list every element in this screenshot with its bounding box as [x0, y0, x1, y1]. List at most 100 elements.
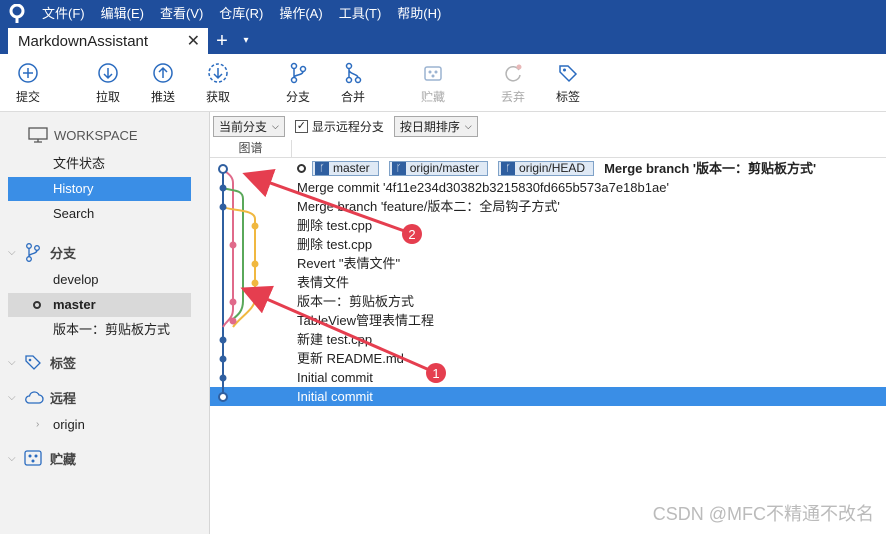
commit-message: 更新 README.md: [297, 351, 404, 366]
branch-icon: ᚴ: [315, 162, 329, 175]
tag-icon: [24, 353, 48, 371]
stash-button[interactable]: 贮藏: [405, 62, 461, 105]
watermark: CSDN @MFC不精通不改名: [652, 504, 874, 524]
monitor-icon: [28, 127, 52, 143]
sidebar-item-search[interactable]: Search: [8, 202, 191, 226]
tag-icon: [559, 65, 578, 83]
ref-badge-origin-head: ᚴ origin/HEAD: [498, 161, 595, 176]
branch-filter-combo[interactable]: 当前分支 ⌵: [213, 115, 285, 137]
commit-row[interactable]: Merge branch 'feature/版本二：全局钩子方式': [210, 197, 886, 216]
head-indicator-icon: [297, 164, 306, 173]
chevron-down-icon: ⌵: [8, 452, 16, 464]
sidebar-item-file-status[interactable]: 文件状态: [8, 152, 191, 176]
commit-row[interactable]: ᚴ master ᚴ origin/master ᚴ origin/HEAD Merg…: [210, 159, 886, 178]
push-button[interactable]: 推送: [135, 62, 191, 105]
commit-message: 表情文件: [297, 275, 350, 290]
commit-row[interactable]: Merge commit '4f11e234d30382b3215830fd66…: [210, 178, 886, 197]
sourcetree-logo-icon: [0, 0, 34, 28]
tab-markdownassistant[interactable]: MarkdownAssistant ✕: [8, 28, 208, 54]
filter-bar: 当前分支 ⌵ ✓ 显示远程分支 按日期排序 ⌵: [210, 112, 886, 140]
discard-icon: [505, 64, 522, 82]
branch-button[interactable]: 分支: [270, 62, 326, 105]
commit-row[interactable]: Initial commit: [210, 368, 886, 387]
commit-row[interactable]: Revert "表情文件": [210, 254, 886, 273]
close-icon[interactable]: ✕: [187, 31, 200, 51]
stash-icon: [424, 66, 442, 81]
commit-row[interactable]: 删除 test.cpp: [210, 235, 886, 254]
ref-badge-master: ᚴ master: [312, 161, 379, 176]
chevron-down-icon: ⌵: [8, 246, 16, 258]
checkbox-checked-icon: ✓: [294, 119, 308, 133]
commit-row[interactable]: 表情文件: [210, 273, 886, 292]
add-tab-button[interactable]: +: [208, 28, 236, 54]
commit-list: ᚴ master ᚴ origin/master ᚴ origin/HEAD Merg…: [210, 159, 886, 419]
branch-icon: ᚴ: [501, 162, 516, 175]
menu-edit[interactable]: 编辑(E): [93, 0, 152, 28]
menu-help[interactable]: 帮助(H): [389, 0, 449, 28]
menu-actions[interactable]: 操作(A): [271, 0, 330, 28]
merge-button[interactable]: 合并: [325, 62, 381, 105]
fetch-button[interactable]: 获取: [190, 62, 246, 105]
commit-row[interactable]: 删除 test.cpp: [210, 216, 886, 235]
commit-row[interactable]: 版本一：剪贴板方式: [210, 292, 886, 311]
sidebar-item-history[interactable]: History: [8, 177, 191, 201]
commit-row[interactable]: 新建 test.cpp: [210, 330, 886, 349]
commit-message: Merge branch 'feature/版本二：全局钩子方式': [297, 199, 560, 214]
chevron-down-icon: ⌵: [8, 356, 16, 368]
commit-message: 版本一：剪贴板方式: [297, 294, 415, 309]
commit-message: Merge branch '版本一：剪贴板方式': [604, 161, 817, 176]
commit-row[interactable]: 更新 README.md: [210, 349, 886, 368]
stash-icon: [24, 450, 48, 466]
tag-button[interactable]: 标签: [540, 62, 596, 105]
branches-header[interactable]: ⌵ 分支: [0, 239, 210, 265]
remotes-header[interactable]: ⌵ 远程: [0, 384, 210, 410]
commit-message: Revert "表情文件": [297, 256, 401, 271]
sidebar-item-version-one[interactable]: 版本一：剪贴板方式: [8, 318, 191, 342]
menu-file[interactable]: 文件(F): [34, 0, 93, 28]
sidebar-item-develop[interactable]: develop: [8, 268, 191, 292]
commit-message: Initial commit: [297, 370, 373, 385]
sidebar: WORKSPACE 文件状态 History Search ⌵ 分支 devel…: [0, 112, 210, 534]
chevron-right-icon: ›: [36, 419, 40, 430]
merge-icon: [345, 62, 362, 84]
menu-view[interactable]: 查看(V): [152, 0, 211, 28]
sidebar-item-master[interactable]: master: [8, 293, 191, 317]
sidebar-item-origin[interactable]: › origin: [8, 413, 191, 437]
commit-row-selected[interactable]: Initial commit: [210, 387, 886, 406]
pull-button[interactable]: 拉取: [80, 62, 136, 105]
commit-row[interactable]: TableView管理表情工程: [210, 311, 886, 330]
arrow-up-circle-icon: [153, 63, 173, 83]
discard-button[interactable]: 丢弃: [485, 62, 541, 105]
commit-button[interactable]: 提交: [0, 62, 56, 105]
show-remote-branches-checkbox[interactable]: ✓ 显示远程分支: [294, 118, 384, 135]
graph-column-header[interactable]: 图谱: [210, 140, 292, 158]
current-branch-icon: [33, 301, 41, 309]
sort-combo[interactable]: 按日期排序 ⌵: [393, 115, 478, 137]
workspace-header: WORKSPACE: [0, 122, 210, 148]
commit-message: 新建 test.cpp: [297, 332, 373, 347]
commit-message: 删除 test.cpp: [297, 237, 373, 252]
menu-repository[interactable]: 仓库(R): [211, 0, 271, 28]
commit-message: Merge commit '4f11e234d30382b3215830fd66…: [297, 180, 669, 195]
fetch-icon: [208, 63, 228, 83]
branch-icon: [24, 242, 48, 262]
commit-message: 删除 test.cpp: [297, 218, 373, 233]
branch-icon: [290, 62, 307, 84]
stash-header[interactable]: ⌵ 贮藏: [0, 445, 210, 471]
commit-list-header: 图谱: [210, 140, 886, 158]
commit-message: Initial commit: [297, 389, 373, 404]
tags-header[interactable]: ⌵ 标签: [0, 349, 210, 375]
tab-bar: MarkdownAssistant ✕ + ▾: [0, 28, 886, 54]
commit-graph: [218, 164, 259, 402]
toolbar: 提交 拉取 推送 获取 分支 合并 贮藏 丢弃 标签: [0, 54, 886, 112]
chevron-down-icon: ⌵: [464, 120, 472, 131]
ref-badge-origin-master: ᚴ origin/master: [388, 161, 489, 176]
tab-title: MarkdownAssistant: [18, 32, 149, 50]
menu-tools[interactable]: 工具(T): [331, 0, 390, 28]
chevron-down-icon: ⌵: [272, 120, 279, 131]
chevron-down-icon[interactable]: ▾: [236, 28, 256, 54]
arrow-down-circle-icon: [98, 63, 118, 83]
menu-bar: 文件(F) 编辑(E) 查看(V) 仓库(R) 操作(A) 工具(T) 帮助(H…: [0, 0, 886, 28]
plus-circle-icon: [18, 63, 38, 83]
chevron-down-icon: ⌵: [8, 391, 16, 403]
